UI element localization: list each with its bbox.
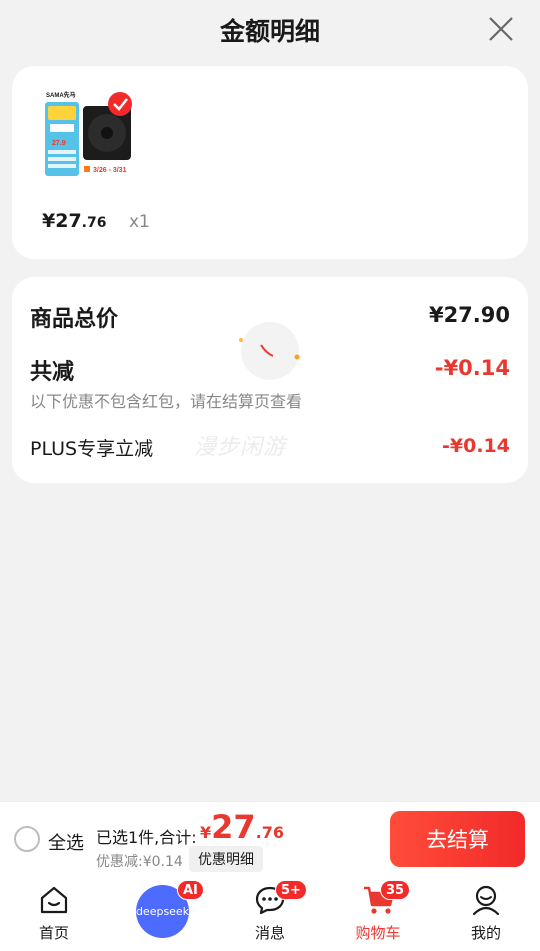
total-price-value: ¥27.90 [428, 303, 510, 327]
brand-text: SAMA先马 [46, 91, 76, 99]
total-int: 27 [211, 808, 256, 846]
reduce-value: -¥0.14 [434, 356, 510, 380]
thumb-date-text: 3/26 - 3/31 [93, 167, 127, 174]
reduce-label: 共减 [30, 360, 75, 385]
total-amount: ¥27.76 [200, 808, 284, 846]
tab-messages-label: 消息 [254, 924, 285, 942]
product-qty: x1 [129, 212, 150, 232]
close-icon[interactable] [486, 14, 516, 44]
plus-discount-value: -¥0.14 [442, 435, 510, 457]
price-dec: .76 [81, 215, 107, 231]
header: 金额明细 [0, 0, 540, 60]
total-currency: ¥ [200, 823, 212, 842]
loading-spinner-icon [239, 320, 301, 382]
price-int: ¥27 [42, 210, 82, 232]
plus-discount-label: PLUS专享立减 [30, 438, 154, 460]
tab-cart[interactable]: 35 购物车 [338, 876, 418, 951]
select-all-checkbox[interactable] [14, 826, 40, 852]
tab-cart-label: 购物车 [355, 924, 401, 942]
total-dec: .76 [255, 823, 285, 842]
tab-home[interactable]: 首页 [14, 876, 94, 951]
ai-badge: AI [177, 880, 204, 900]
checkout-button[interactable]: 去结算 [390, 811, 525, 867]
tab-mine-label: 我的 [470, 924, 501, 942]
product-image[interactable]: SAMA先马 27.9 3/26 - 3/31 [42, 88, 152, 188]
total-price-label: 商品总价 [30, 307, 119, 332]
bottom-tabbar: 首页 5+ 消息 35 购物车 我的 [0, 876, 540, 951]
user-icon [472, 885, 500, 916]
select-all-label[interactable]: 全选 [48, 829, 84, 855]
cart-badge: 35 [380, 880, 411, 900]
selected-summary: 已选1件,合计: [96, 828, 197, 847]
tab-home-label: 首页 [38, 924, 69, 942]
deepseek-label: deepseek [135, 905, 190, 918]
page-title: 金额明细 [219, 17, 320, 46]
watermark-text: 漫步闲游 [194, 435, 287, 460]
messages-badge: 5+ [275, 880, 307, 900]
discount-detail-button[interactable]: 优惠明细 [189, 846, 263, 872]
discount-text: 优惠减:¥0.14 [96, 854, 183, 870]
tab-mine[interactable]: 我的 [446, 876, 526, 951]
thumb-price-text: 27.9 [52, 140, 66, 147]
amount-detail-card: 商品总价 ¥27.90 共减 -¥0.14 以下优惠不包含红包，请在结算页查看 … [12, 277, 528, 483]
checkout-bar: 全选 已选1件,合计: ¥27.76 优惠减:¥0.14 优惠明细 去结算 [0, 801, 540, 876]
discount-note: 以下优惠不包含红包，请在结算页查看 [30, 392, 303, 411]
tab-messages[interactable]: 5+ 消息 [230, 876, 310, 951]
home-icon [40, 886, 68, 914]
product-card: SAMA先马 27.9 3/26 - 3/31 ¥27.76 x1 [12, 66, 528, 259]
product-price: ¥27.76 [42, 210, 106, 232]
